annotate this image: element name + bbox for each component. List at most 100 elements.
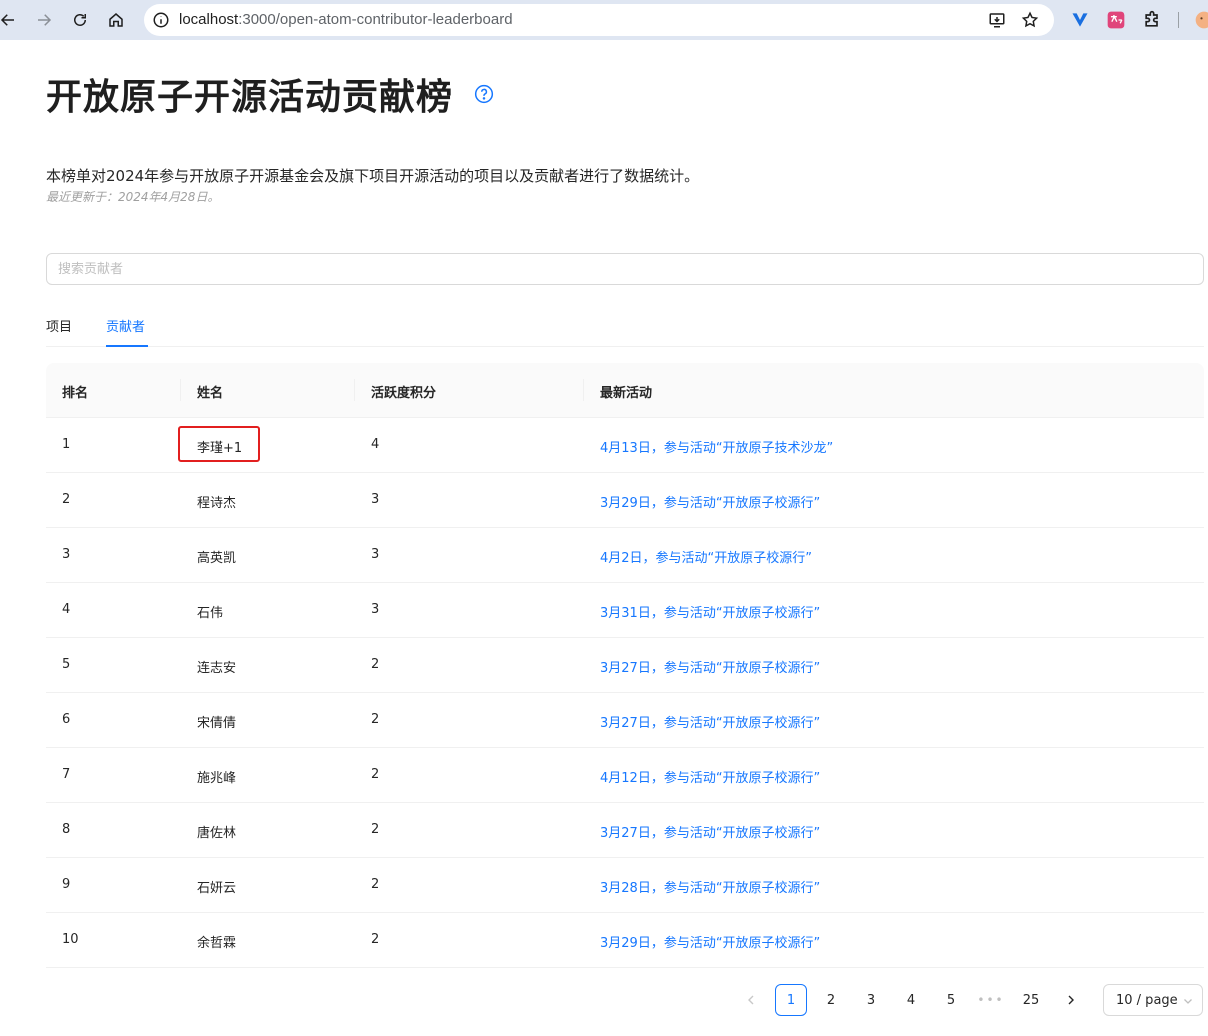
url-text: localhost:3000/open-atom-contributor-lea…: [179, 11, 513, 28]
table-row: 6 宋倩倩 2 3月27日，参与活动“开放原子校源行”: [46, 693, 1204, 748]
name-cell: 唐佐林: [197, 826, 237, 841]
name-cell: 石伟: [197, 606, 224, 621]
page-5-button[interactable]: 5: [935, 984, 967, 1016]
column-divider: [354, 379, 355, 401]
leaderboard-table: 排名 姓名 活跃度积分 最新活动 1 李瑾+1 4 4月13日，参与活动“开放原子技术…: [46, 363, 1204, 968]
jump-next-ellipsis[interactable]: •••: [975, 984, 1007, 1016]
name-cell: 石妍云: [197, 881, 237, 896]
score-cell: 2: [371, 767, 380, 782]
column-header-score[interactable]: 活跃度积分: [371, 382, 436, 401]
extension-v-icon[interactable]: [1070, 10, 1090, 30]
table-row: 10 余哲霖 2 3月29日，参与活动“开放原子校源行”: [46, 913, 1204, 968]
rank-cell: 3: [62, 547, 71, 562]
latest-activity-link[interactable]: 3月27日，参与活动“开放原子校源行”: [600, 822, 820, 841]
name-cell: 连志安: [197, 661, 237, 676]
reload-icon[interactable]: [68, 8, 92, 32]
browser-toolbar: localhost:3000/open-atom-contributor-lea…: [0, 0, 1208, 40]
score-cell: 2: [371, 877, 380, 892]
score-cell: 2: [371, 657, 380, 672]
score-cell: 3: [371, 602, 380, 617]
table-row: 2 程诗杰 3 3月29日，参与活动“开放原子校源行”: [46, 473, 1204, 528]
table-row: 5 连志安 2 3月27日，参与活动“开放原子校源行”: [46, 638, 1204, 693]
table-row: 7 施兆峰 2 4月12日，参与活动“开放原子校源行”: [46, 748, 1204, 803]
score-cell: 4: [371, 437, 380, 452]
translate-extension-icon[interactable]: [1106, 10, 1126, 30]
forward-icon[interactable]: [32, 8, 56, 32]
next-page-button[interactable]: [1055, 984, 1087, 1016]
rank-cell: 10: [62, 932, 79, 947]
rank-cell: 1: [62, 437, 71, 452]
install-app-icon[interactable]: [988, 11, 1006, 29]
chevron-left-icon: [748, 995, 754, 1005]
latest-activity-link[interactable]: 4月12日，参与活动“开放原子校源行”: [600, 767, 820, 786]
name-cell: 施兆峰: [197, 771, 237, 786]
address-bar[interactable]: localhost:3000/open-atom-contributor-lea…: [144, 4, 1054, 36]
page-size-value: 10 / page: [1116, 992, 1178, 1008]
active-tab-indicator: [106, 345, 148, 347]
rank-cell: 6: [62, 712, 71, 727]
rank-cell: 7: [62, 767, 71, 782]
tab-projects[interactable]: 项目: [46, 316, 72, 335]
bookmark-star-icon[interactable]: [1021, 11, 1039, 29]
page-last-button[interactable]: 25: [1015, 984, 1047, 1016]
latest-activity-link[interactable]: 3月27日，参与活动“开放原子校源行”: [600, 712, 820, 731]
profile-avatar-icon[interactable]: [1194, 10, 1208, 30]
latest-activity-link[interactable]: 3月29日，参与活动“开放原子校源行”: [600, 932, 820, 951]
column-header-latest-activity[interactable]: 最新活动: [600, 382, 652, 401]
table-row: 1 李瑾+1 4 4月13日，参与活动“开放原子技术沙龙”: [46, 418, 1204, 473]
extensions-puzzle-icon[interactable]: [1142, 10, 1162, 30]
toolbar-divider: [1178, 12, 1179, 28]
latest-activity-link[interactable]: 3月29日，参与活动“开放原子校源行”: [600, 492, 820, 511]
rank-cell: 9: [62, 877, 71, 892]
page-title: 开放原子开源活动贡献榜: [46, 77, 454, 118]
prev-page-button[interactable]: [735, 984, 767, 1016]
last-updated-text: 最近更新于：2024年4月28日。: [46, 190, 220, 204]
latest-activity-link[interactable]: 3月28日，参与活动“开放原子校源行”: [600, 877, 820, 896]
table-row: 9 石妍云 2 3月28日，参与活动“开放原子校源行”: [46, 858, 1204, 913]
pagination: 1 2 3 4 5 ••• 25 10 / page: [0, 984, 1208, 1016]
latest-activity-link[interactable]: 3月31日，参与活动“开放原子校源行”: [600, 602, 820, 621]
page-description: 本榜单对2024年参与开放原子开源基金会及旗下项目开源活动的项目以及贡献者进行了…: [46, 167, 700, 185]
rank-cell: 4: [62, 602, 71, 617]
search-input[interactable]: [46, 253, 1204, 285]
table-body: 1 李瑾+1 4 4月13日，参与活动“开放原子技术沙龙” 2 程诗杰 3 3月29日，参与活…: [46, 418, 1204, 968]
url-host: localhost: [179, 11, 239, 28]
highlight-box: [178, 426, 260, 462]
score-cell: 2: [371, 822, 380, 837]
name-cell: 宋倩倩: [197, 716, 237, 731]
tab-contributors[interactable]: 贡献者: [106, 316, 145, 335]
column-divider: [180, 379, 181, 401]
chevron-right-icon: [1068, 995, 1074, 1005]
url-path: :3000/open-atom-contributor-leaderboard: [238, 11, 513, 28]
help-question-icon[interactable]: [474, 84, 494, 104]
rank-cell: 8: [62, 822, 71, 837]
column-header-rank[interactable]: 排名: [62, 382, 88, 401]
table-row: 4 石伟 3 3月31日，参与活动“开放原子校源行”: [46, 583, 1204, 638]
page-1-button[interactable]: 1: [775, 984, 807, 1016]
home-icon[interactable]: [104, 8, 128, 32]
page-3-button[interactable]: 3: [855, 984, 887, 1016]
score-cell: 2: [371, 712, 380, 727]
table-header: 排名 姓名 活跃度积分 最新活动: [46, 363, 1204, 418]
chevron-down-icon: [1184, 999, 1192, 1004]
name-cell: 程诗杰: [197, 496, 237, 511]
page-4-button[interactable]: 4: [895, 984, 927, 1016]
back-icon[interactable]: [0, 8, 20, 32]
page-2-button[interactable]: 2: [815, 984, 847, 1016]
name-cell: 高英凯: [197, 551, 237, 566]
tab-bar: 项目 贡献者: [46, 304, 1204, 347]
score-cell: 3: [371, 547, 380, 562]
score-cell: 2: [371, 932, 380, 947]
column-divider: [583, 379, 584, 401]
rank-cell: 5: [62, 657, 71, 672]
page-size-select[interactable]: 10 / page: [1103, 984, 1203, 1016]
site-info-icon[interactable]: [152, 11, 170, 29]
latest-activity-link[interactable]: 4月2日，参与活动“开放原子校源行”: [600, 547, 812, 566]
table-row: 3 高英凯 3 4月2日，参与活动“开放原子校源行”: [46, 528, 1204, 583]
latest-activity-link[interactable]: 3月27日，参与活动“开放原子校源行”: [600, 657, 820, 676]
name-cell: 余哲霖: [197, 936, 237, 951]
rank-cell: 2: [62, 492, 71, 507]
column-header-name[interactable]: 姓名: [197, 382, 223, 401]
table-row: 8 唐佐林 2 3月27日，参与活动“开放原子校源行”: [46, 803, 1204, 858]
latest-activity-link[interactable]: 4月13日，参与活动“开放原子技术沙龙”: [600, 437, 833, 456]
